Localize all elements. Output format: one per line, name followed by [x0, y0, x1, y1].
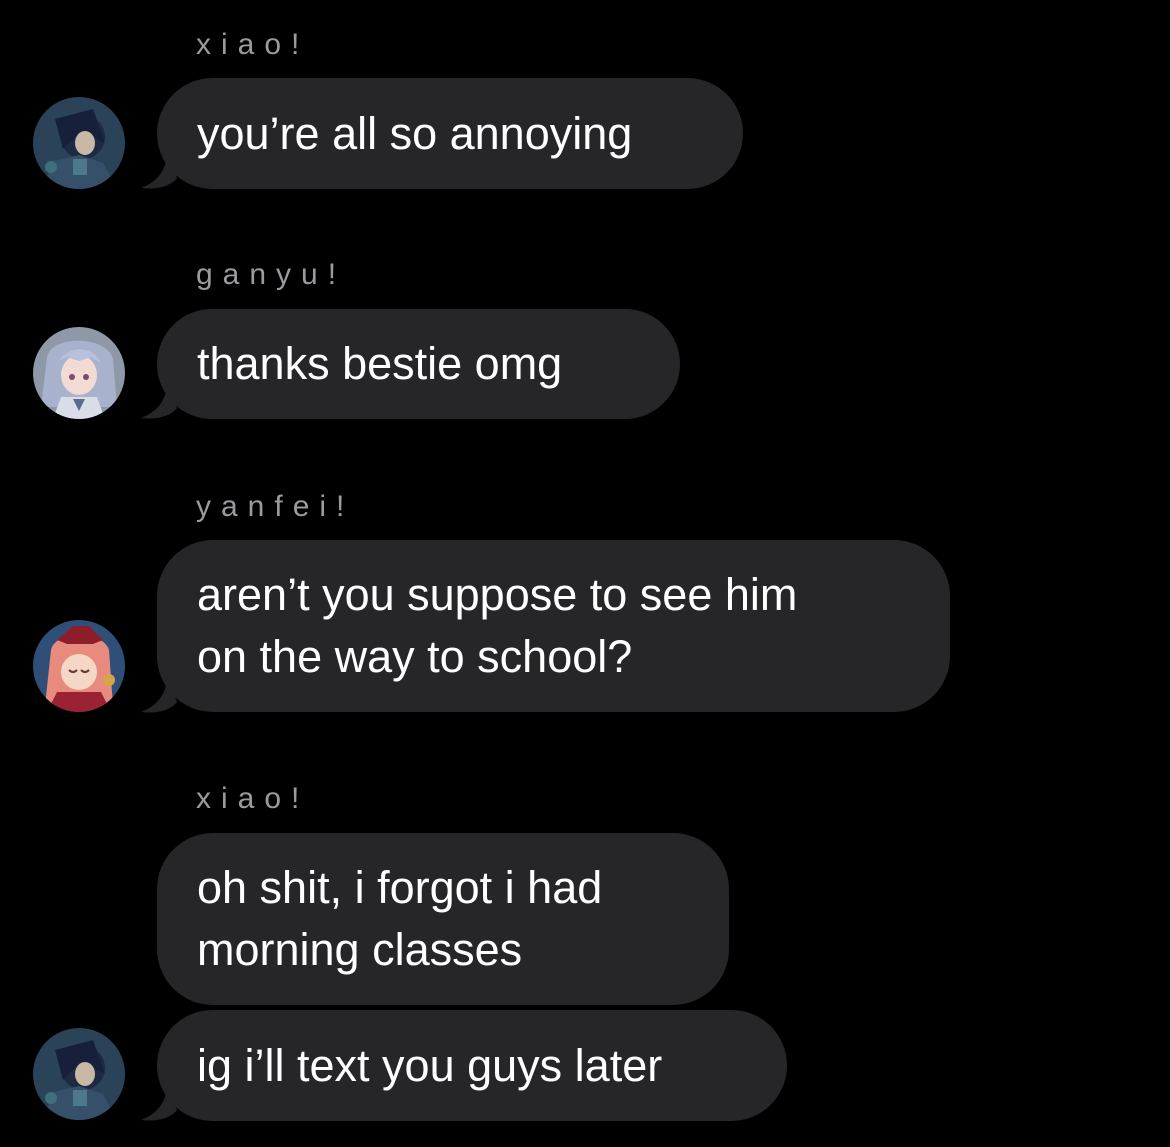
sender-name-ganyu: ganyu!	[196, 258, 347, 291]
xiao-avatar-icon[interactable]	[33, 97, 125, 189]
message-bubble[interactable]: ig i’ll text you guys later	[157, 1010, 787, 1121]
sender-name-xiao: xiao!	[196, 28, 310, 61]
sender-name-xiao: xiao!	[196, 782, 310, 815]
yanfei-avatar-icon[interactable]	[33, 620, 125, 712]
ganyu-avatar-icon[interactable]	[33, 327, 125, 419]
message-bubble[interactable]: thanks bestie omg	[157, 309, 680, 419]
sender-name-yanfei: yanfei!	[196, 490, 355, 523]
message-bubble[interactable]: oh shit, i forgot i had morning classes	[157, 833, 729, 1005]
message-bubble[interactable]: you’re all so annoying	[157, 78, 743, 189]
message-bubble[interactable]: aren’t you suppose to see him on the way…	[157, 540, 950, 712]
xiao-avatar-icon[interactable]	[33, 1028, 125, 1120]
